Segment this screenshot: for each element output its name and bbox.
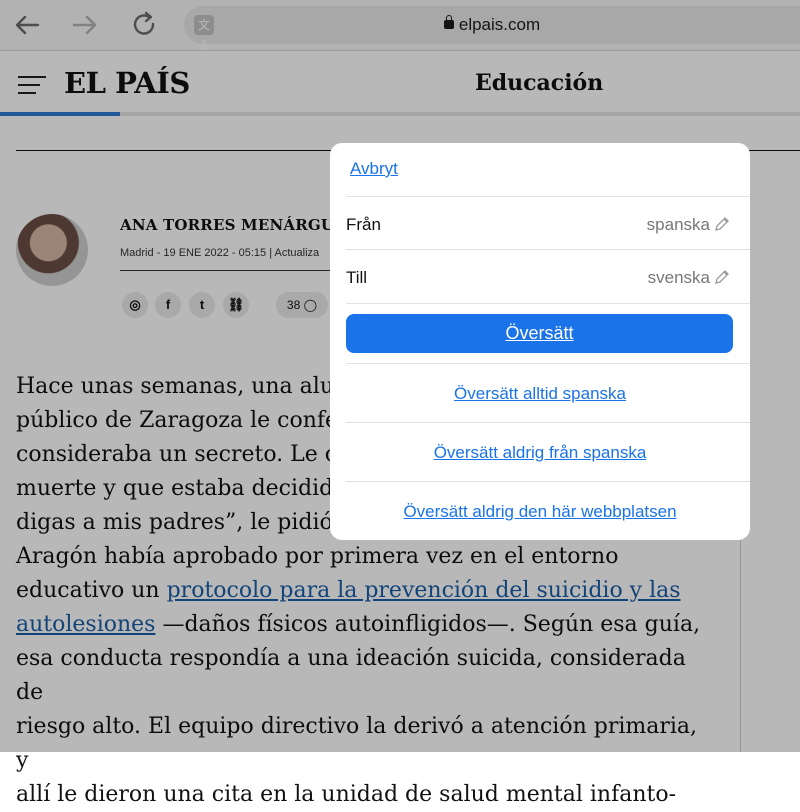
divider <box>346 422 750 423</box>
divider <box>346 303 750 304</box>
from-value: spanska <box>646 215 710 234</box>
never-translate-site-button[interactable]: Översätt aldrig den här webbplatsen <box>330 502 750 522</box>
divider <box>346 196 750 197</box>
never-translate-language-button[interactable]: Översätt aldrig från spanska <box>330 443 750 463</box>
from-label: Från <box>346 215 381 234</box>
pencil-icon <box>715 217 729 231</box>
divider <box>346 481 750 482</box>
translate-sheet: Avbryt Från spanska Till svenska Översät… <box>330 143 750 540</box>
always-translate-button[interactable]: Översätt alltid spanska <box>330 384 750 404</box>
pencil-icon <box>715 270 729 284</box>
to-label: Till <box>346 268 368 287</box>
cancel-button[interactable]: Avbryt <box>350 159 398 179</box>
article-line: allí le dieron una cita en la unidad de … <box>16 782 677 807</box>
divider <box>346 363 750 364</box>
to-value: svenska <box>647 268 710 287</box>
divider <box>346 249 750 250</box>
translate-button[interactable]: Översätt <box>346 314 733 353</box>
